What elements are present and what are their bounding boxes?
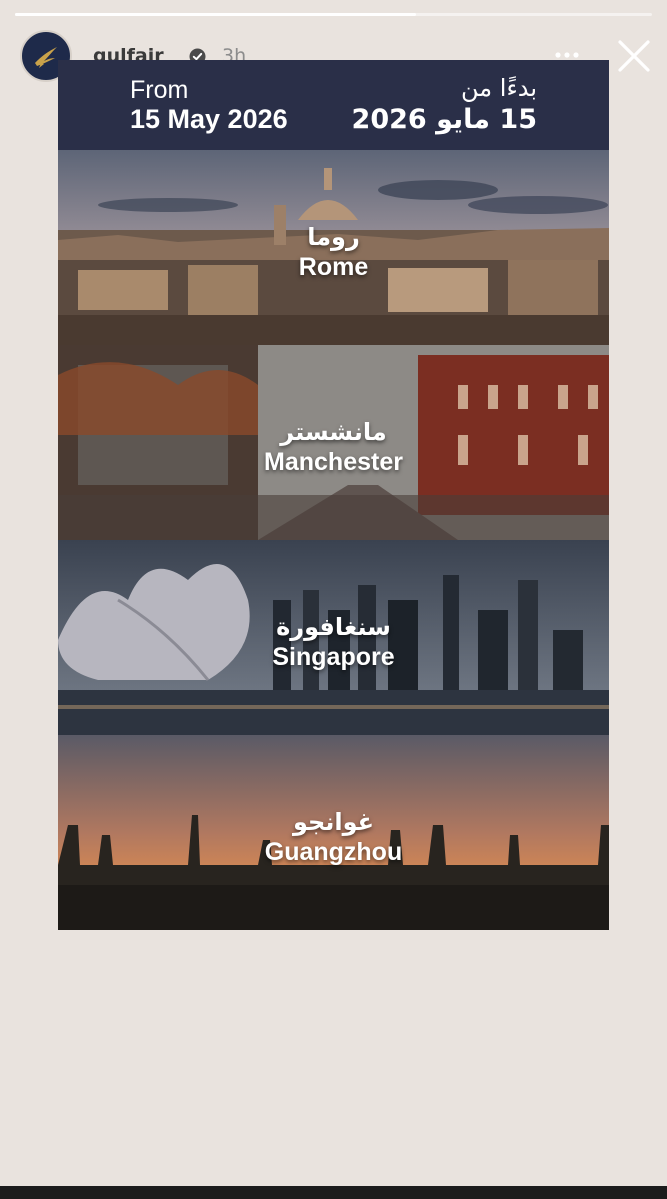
city-name-arabic: مانشستر: [280, 418, 387, 446]
city-name-arabic: سنغافورة: [276, 613, 391, 641]
promo-card: From 15 May 2026 بدءًا من 15 مايو 2026 ر…: [58, 60, 609, 930]
city-name-arabic: روما: [307, 223, 360, 251]
city-tile-manchester: مانشستر Manchester: [58, 345, 609, 540]
city-name-arabic: غوانجو: [292, 808, 375, 836]
city-tile-guangzhou: غوانجو Guangzhou: [58, 735, 609, 930]
city-tile-singapore: سنغافورة Singapore: [58, 540, 609, 735]
bottom-bar: [0, 1186, 667, 1199]
city-labels: سنغافورة Singapore: [58, 612, 609, 672]
city-labels: مانشستر Manchester: [58, 417, 609, 477]
city-tile-rome: روما Rome: [58, 150, 609, 345]
story-progress-bar: [15, 13, 652, 16]
from-date: 15 May 2026: [130, 104, 288, 134]
from-date-arabic: 15 مايو 2026: [351, 104, 537, 135]
city-labels: روما Rome: [58, 222, 609, 282]
gulf-air-falcon-logo-icon: [35, 47, 57, 68]
city-name: Singapore: [272, 643, 395, 671]
city-labels: غوانجو Guangzhou: [58, 807, 609, 867]
close-icon[interactable]: [616, 38, 652, 74]
city-name: Guangzhou: [264, 838, 403, 866]
city-name: Rome: [298, 253, 369, 281]
story-progress-fill: [15, 13, 417, 16]
from-label-arabic: بدءًا من: [461, 74, 537, 102]
date-banner: From 15 May 2026 بدءًا من 15 مايو 2026: [58, 60, 609, 150]
from-label: From: [130, 76, 189, 104]
city-name: Manchester: [264, 448, 403, 476]
